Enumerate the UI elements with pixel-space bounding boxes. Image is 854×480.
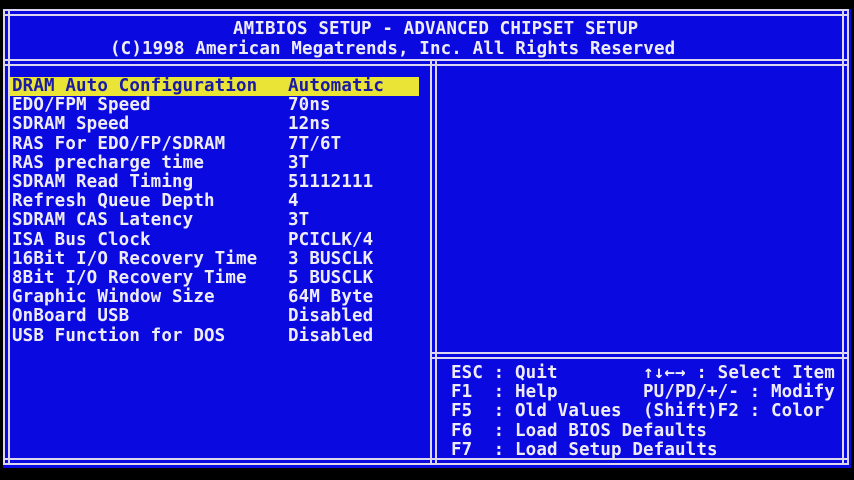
copyright-line: (C)1998 American Megatrends, Inc. All Ri… xyxy=(110,40,675,59)
panel-divider-line xyxy=(430,59,437,465)
frame-right-border xyxy=(842,9,849,465)
setting-label: SDRAM Read Timing xyxy=(12,173,193,192)
setting-value: Automatic xyxy=(288,77,384,96)
setting-row-edo-fpm-speed[interactable]: EDO/FPM Speed 70ns xyxy=(10,96,419,115)
setting-row-refresh-queue-depth[interactable]: Refresh Queue Depth 4 xyxy=(10,192,419,211)
setting-label: 8Bit I/O Recovery Time xyxy=(12,269,247,288)
setting-row-sdram-read-timing[interactable]: SDRAM Read Timing 51112111 xyxy=(10,173,419,192)
setting-value: 3T xyxy=(288,154,309,173)
setting-value: 4 xyxy=(288,192,299,211)
setting-label: 16Bit I/O Recovery Time xyxy=(12,250,257,269)
setting-row-sdram-speed[interactable]: SDRAM Speed 12ns xyxy=(10,115,419,134)
setting-row-ras-precharge-time[interactable]: RAS precharge time 3T xyxy=(10,154,419,173)
setting-label: DRAM Auto Configuration xyxy=(12,77,257,96)
setting-label: Graphic Window Size xyxy=(12,288,215,307)
setting-value: Disabled xyxy=(288,307,373,326)
help-line: F5 : Old Values (Shift)F2 : Color xyxy=(451,402,824,421)
setting-label: USB Function for DOS xyxy=(12,327,225,346)
setting-label: Refresh Queue Depth xyxy=(12,192,215,211)
setting-label: RAS For EDO/FP/SDRAM xyxy=(12,135,225,154)
header-separator-line xyxy=(3,59,849,66)
help-line: F7 : Load Setup Defaults xyxy=(451,441,718,460)
help-line: F6 : Load BIOS Defaults xyxy=(451,422,707,441)
setting-value: 7T/6T xyxy=(288,135,341,154)
setting-label: EDO/FPM Speed xyxy=(12,96,151,115)
setting-row-dram-auto-configuration[interactable]: DRAM Auto Configuration Automatic xyxy=(10,77,419,96)
setting-label: SDRAM Speed xyxy=(12,115,129,134)
setting-row-8bit-i-o-recovery-time[interactable]: 8Bit I/O Recovery Time 5 BUSCLK xyxy=(10,269,419,288)
bios-screen: AMIBIOS SETUP - ADVANCED CHIPSET SETUP (… xyxy=(0,0,854,480)
setting-label: ISA Bus Clock xyxy=(12,231,151,250)
frame-bottom-border xyxy=(3,458,849,465)
setting-value: Disabled xyxy=(288,327,373,346)
setting-value: 70ns xyxy=(288,96,331,115)
setting-row-16bit-i-o-recovery-time[interactable]: 16Bit I/O Recovery Time 3 BUSCLK xyxy=(10,250,419,269)
setting-value: 5 BUSCLK xyxy=(288,269,373,288)
setting-value: PCICLK/4 xyxy=(288,231,373,250)
setting-row-usb-function-for-dos[interactable]: USB Function for DOS Disabled xyxy=(10,327,419,346)
setting-label: OnBoard USB xyxy=(12,307,129,326)
info-panel xyxy=(437,66,842,352)
help-line: ESC : Quit ↑↓←→ : Select Item xyxy=(451,364,835,383)
setting-row-ras-for-edo-fp-sdram[interactable]: RAS For EDO/FP/SDRAM 7T/6T xyxy=(10,135,419,154)
setting-label: SDRAM CAS Latency xyxy=(12,211,193,230)
setting-row-graphic-window-size[interactable]: Graphic Window Size 64M Byte xyxy=(10,288,419,307)
setting-value: 3T xyxy=(288,211,309,230)
help-separator-line xyxy=(430,352,849,359)
setting-row-onboard-usb[interactable]: OnBoard USB Disabled xyxy=(10,307,419,326)
setup-title: AMIBIOS SETUP - ADVANCED CHIPSET SETUP xyxy=(233,20,638,39)
frame-left-border xyxy=(3,9,10,465)
setting-value: 51112111 xyxy=(288,173,373,192)
help-line: F1 : Help PU/PD/+/- : Modify xyxy=(451,383,835,402)
frame-top-border xyxy=(3,9,849,16)
setting-row-isa-bus-clock[interactable]: ISA Bus Clock PCICLK/4 xyxy=(10,231,419,250)
setting-label: RAS precharge time xyxy=(12,154,204,173)
setting-value: 12ns xyxy=(288,115,331,134)
setting-value: 64M Byte xyxy=(288,288,373,307)
setting-value: 3 BUSCLK xyxy=(288,250,373,269)
setting-row-sdram-cas-latency[interactable]: SDRAM CAS Latency 3T xyxy=(10,211,419,230)
